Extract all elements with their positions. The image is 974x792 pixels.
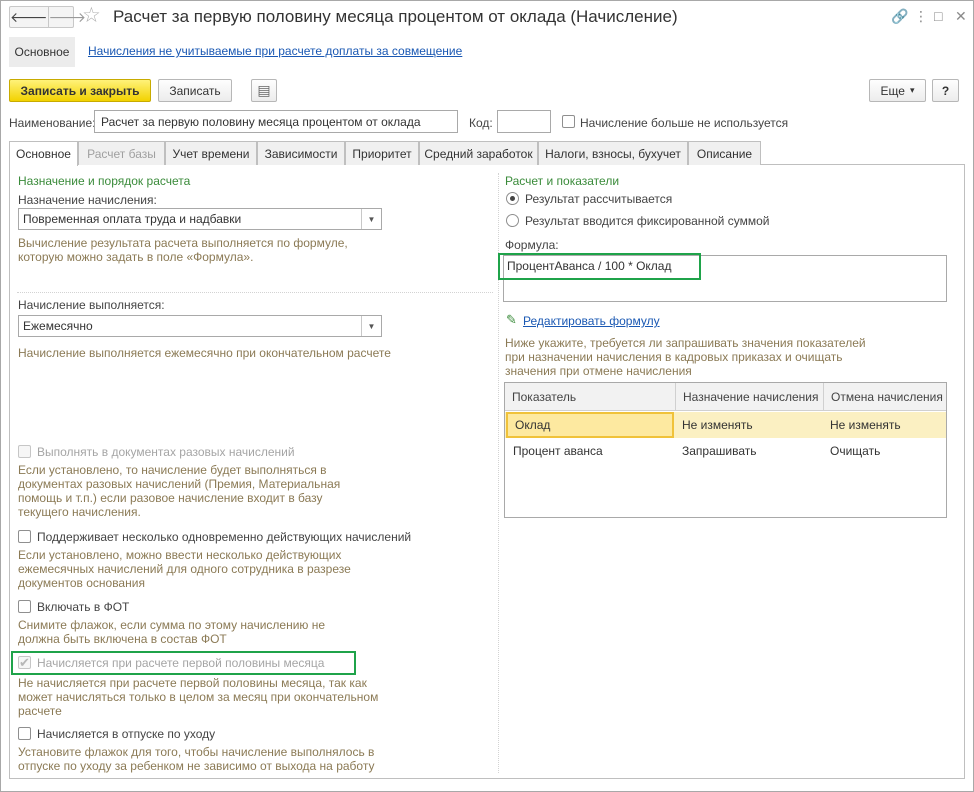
left-section-divider: [17, 292, 493, 293]
table-row[interactable]: Процент аванса Запрашивать Очищать: [505, 438, 946, 464]
nav-main-section[interactable]: Основное: [9, 37, 75, 67]
purpose-hint-line-2: которую можно задать в поле «Формула».: [18, 250, 254, 264]
parental-leave-label: Начисляется в отпуске по уходу: [37, 727, 216, 741]
tab-time-accounting[interactable]: Учет времени: [165, 141, 257, 165]
first-half-hint-3: расчете: [18, 704, 62, 718]
first-half-hint-2: может начисляться только в целом за меся…: [18, 690, 379, 704]
leave-hint-2: отпуске по уходу за ребенком не зависимо…: [18, 759, 375, 773]
include-fot-label: Включать в ФОТ: [37, 600, 130, 614]
multiple-accruals-checkbox[interactable]: [18, 530, 31, 543]
first-half-hint-1: Не начисляется при расчете первой полови…: [18, 676, 367, 690]
indicators-hint-2: при назначении начисления в кадровых при…: [505, 350, 843, 364]
result-fixed-label: Результат вводится фиксированной суммой: [525, 214, 770, 228]
first-half-label: Начисляется при расчете первой половины …: [37, 656, 325, 670]
unused-label: Начисление больше не используется: [580, 116, 789, 130]
column-header-indicator[interactable]: Показатель: [505, 383, 675, 411]
form-window: 🡐 🡒 ☆ Расчет за первую половину месяца п…: [0, 0, 974, 792]
fot-hint-2: должна быть включена в состав ФОТ: [18, 632, 227, 646]
column-header-on-assign[interactable]: Назначение начисления: [675, 383, 823, 411]
close-icon[interactable]: ✕: [955, 7, 967, 25]
exec-hint: Начисление выполняется ежемесячно при ок…: [18, 346, 391, 360]
left-section-title: Назначение и порядок расчета: [18, 174, 191, 188]
form-navigation: Основное Начисления не учитываемые при р…: [1, 35, 973, 69]
report-icon[interactable]: ▤: [251, 79, 277, 102]
purpose-value: Повременная оплата труда и надбавки: [23, 212, 242, 226]
exec-label: Начисление выполняется:: [18, 298, 165, 312]
window-title: Расчет за первую половину месяца процент…: [113, 7, 678, 26]
name-label: Наименование:: [9, 116, 96, 130]
purpose-select[interactable]: Повременная оплата труда и надбавки ▼: [18, 208, 382, 230]
result-calculated-radio[interactable]: [506, 192, 519, 205]
one-time-hint-4: текущего начисления.: [18, 505, 141, 519]
table-cell[interactable]: Очищать: [823, 438, 946, 464]
result-calculated-label: Результат рассчитывается: [525, 192, 673, 206]
edit-formula-link[interactable]: Редактировать формулу: [523, 314, 660, 328]
more-button[interactable]: Еще ▾: [869, 79, 926, 102]
one-time-docs-checkbox[interactable]: [18, 445, 31, 458]
multi-hint-2: ежемесячных начислений для одного сотруд…: [18, 562, 351, 576]
chevron-down-icon[interactable]: ▼: [361, 316, 381, 336]
indicators-hint-3: значения при отмене начисления: [505, 364, 692, 378]
more-button-label: Еще: [880, 83, 905, 98]
purpose-hint-line-1: Вычисление результата расчета выполняетс…: [18, 236, 348, 250]
indicators-table[interactable]: Показатель Назначение начисления Отмена …: [504, 382, 947, 518]
tab-calc-base[interactable]: Расчет базы: [78, 141, 165, 165]
link-icon[interactable]: 🔗: [891, 7, 908, 25]
unused-checkbox[interactable]: [562, 115, 575, 128]
one-time-hint-1: Если установлено, то начисление будет вы…: [18, 463, 327, 477]
table-cell[interactable]: Процент аванса: [506, 438, 674, 464]
table-cell[interactable]: Не изменять: [823, 412, 946, 438]
pencil-icon[interactable]: ✎: [506, 312, 517, 328]
one-time-hint-2: документах разовых начислений (Премия, М…: [18, 477, 341, 491]
table-row[interactable]: Оклад Не изменять Не изменять: [505, 412, 946, 438]
multiple-accruals-label: Поддерживает несколько одновременно дейс…: [37, 530, 412, 544]
one-time-docs-label: Выполнять в документах разовых начислени…: [37, 445, 295, 459]
tab-dependencies[interactable]: Зависимости: [257, 141, 345, 165]
name-field[interactable]: Расчет за первую половину месяца процент…: [94, 110, 458, 133]
more-menu-icon[interactable]: ⋮: [914, 7, 928, 25]
exec-value: Ежемесячно: [23, 319, 93, 333]
include-fot-checkbox[interactable]: [18, 600, 31, 613]
one-time-hint-3: помощь и т.п.) если разовое начисление в…: [18, 491, 323, 505]
save-button[interactable]: Записать: [158, 79, 232, 102]
tab-description[interactable]: Описание: [688, 141, 761, 165]
chevron-down-icon: ▾: [909, 85, 915, 95]
history-nav: 🡐 🡒: [9, 6, 86, 28]
leave-hint-1: Установите флажок для того, чтобы начисл…: [18, 745, 375, 759]
formula-value: ПроцентАванса / 100 * Оклад: [507, 259, 672, 273]
save-and-close-button[interactable]: Записать и закрыть: [9, 79, 151, 102]
parental-leave-checkbox[interactable]: [18, 727, 31, 740]
forward-arrow-icon[interactable]: 🡒: [47, 7, 86, 27]
chevron-down-icon[interactable]: ▼: [361, 209, 381, 229]
title-bar: 🡐 🡒 ☆ Расчет за первую половину месяца п…: [1, 1, 973, 33]
table-cell[interactable]: Запрашивать: [675, 438, 823, 464]
tab-main[interactable]: Основное: [9, 141, 78, 166]
table-cell[interactable]: Оклад: [506, 412, 674, 438]
formula-label: Формула:: [505, 238, 559, 252]
indicators-hint-1: Ниже укажите, требуется ли запрашивать з…: [505, 336, 866, 350]
tab-average-earnings[interactable]: Средний заработок: [419, 141, 538, 165]
table-cell[interactable]: Не изменять: [675, 412, 823, 438]
favorite-star-icon[interactable]: ☆: [82, 3, 101, 29]
purpose-label: Назначение начисления:: [18, 193, 157, 207]
tab-taxes-accounting[interactable]: Налоги, взносы, бухучет: [538, 141, 688, 165]
code-label: Код:: [469, 116, 493, 130]
table-header: Показатель Назначение начисления Отмена …: [505, 383, 946, 411]
help-button[interactable]: ?: [932, 79, 959, 102]
column-header-on-cancel[interactable]: Отмена начисления: [823, 383, 946, 411]
restore-icon[interactable]: □: [934, 7, 942, 25]
nav-link-combined-payroll[interactable]: Начисления не учитываемые при расчете до…: [88, 44, 462, 58]
code-field[interactable]: [497, 110, 551, 133]
checkmark-icon: ✔: [19, 655, 30, 670]
right-section-title: Расчет и показатели: [505, 174, 620, 188]
tab-priority[interactable]: Приоритет: [345, 141, 419, 165]
result-fixed-radio[interactable]: [506, 214, 519, 227]
exec-select[interactable]: Ежемесячно ▼: [18, 315, 382, 337]
multi-hint-3: документов основания: [18, 576, 145, 590]
back-arrow-icon[interactable]: 🡐: [10, 7, 48, 27]
fot-hint-1: Снимите флажок, если сумма по этому начи…: [18, 618, 326, 632]
multi-hint-1: Если установлено, можно ввести несколько…: [18, 548, 342, 562]
